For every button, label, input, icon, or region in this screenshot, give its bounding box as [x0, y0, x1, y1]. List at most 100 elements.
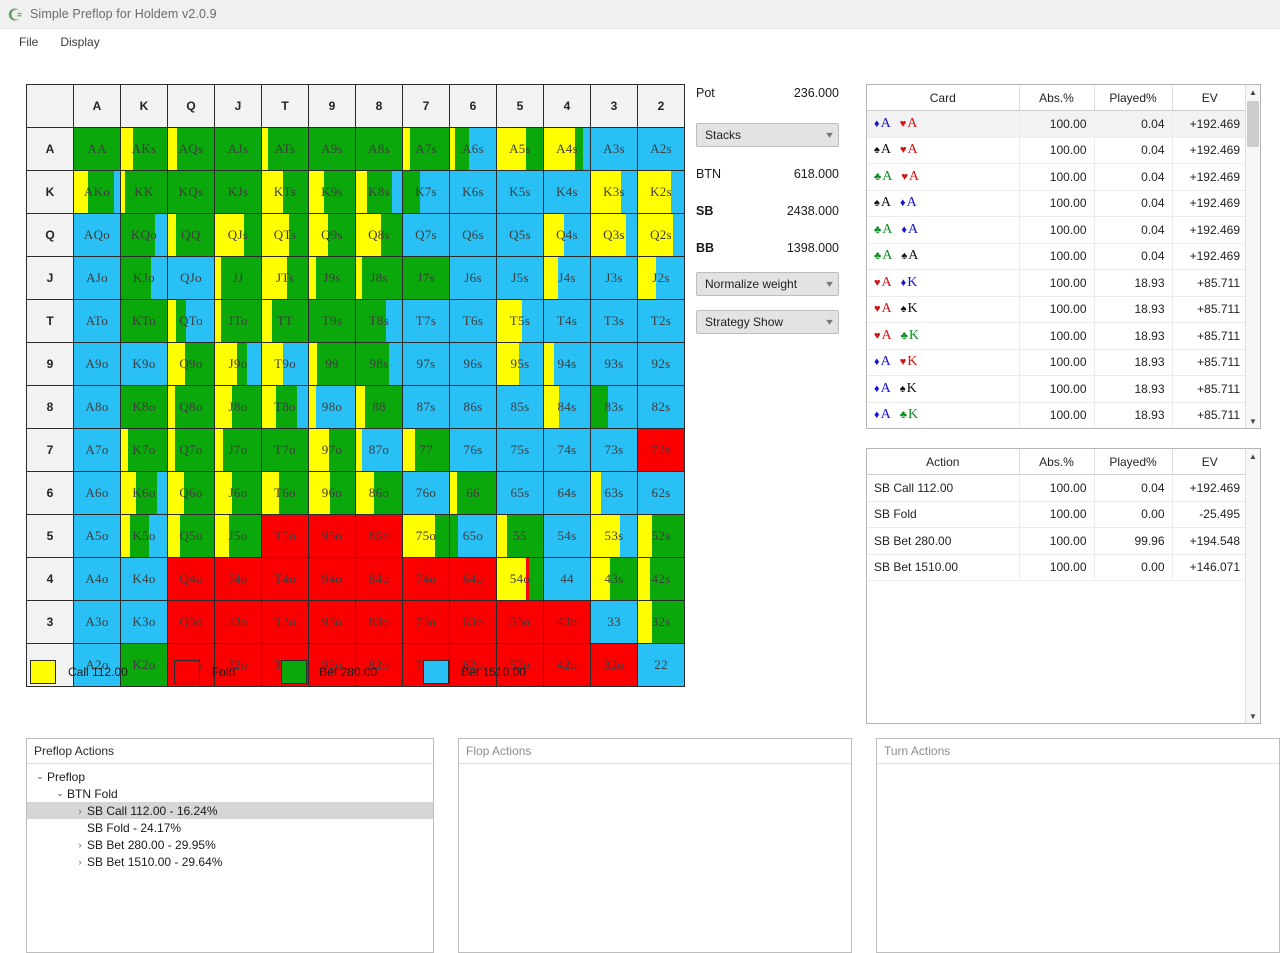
range-cell-AJo[interactable]: AJo: [73, 256, 121, 300]
range-cell-A9s[interactable]: A9s: [308, 127, 356, 171]
range-cell-A6o[interactable]: A6o: [73, 471, 121, 515]
action-table-row[interactable]: SB Bet 1510.00 100.00 0.00 +146.071: [867, 554, 1245, 581]
range-cell-T7o[interactable]: T7o: [261, 428, 309, 472]
range-cell-K4o[interactable]: K4o: [120, 557, 168, 601]
range-cell-J5o[interactable]: J5o: [214, 514, 262, 558]
range-cell-54s[interactable]: 54s: [543, 514, 591, 558]
range-cell-87s[interactable]: 87s: [402, 385, 450, 429]
range-cell-55[interactable]: 55: [496, 514, 544, 558]
range-cell-82s[interactable]: 82s: [637, 385, 685, 429]
card-table-scrollbar[interactable]: ▲ ▼: [1245, 85, 1260, 428]
range-cell-T8o[interactable]: T8o: [261, 385, 309, 429]
range-cell-97o[interactable]: 97o: [308, 428, 356, 472]
preflop-tree-node-4[interactable]: › SB Bet 280.00 - 29.95%: [27, 836, 433, 853]
card-table-row[interactable]: ♦A ♠K 100.00 18.93 +85.711: [867, 375, 1245, 403]
preflop-tree-node-5[interactable]: › SB Bet 1510.00 - 29.64%: [27, 853, 433, 870]
range-cell-A4o[interactable]: A4o: [73, 557, 121, 601]
range-cell-Q9s[interactable]: Q9s: [308, 213, 356, 257]
range-cell-65s[interactable]: 65s: [496, 471, 544, 515]
range-cell-64o[interactable]: 64o: [449, 557, 497, 601]
range-cell-75s[interactable]: 75s: [496, 428, 544, 472]
range-cell-J4o[interactable]: J4o: [214, 557, 262, 601]
range-cell-K5o[interactable]: K5o: [120, 514, 168, 558]
range-cell-QQ[interactable]: QQ: [167, 213, 215, 257]
range-cell-88[interactable]: 88: [355, 385, 403, 429]
card-table-row[interactable]: ♥A ♦K 100.00 18.93 +85.711: [867, 269, 1245, 297]
range-cell-Q6s[interactable]: Q6s: [449, 213, 497, 257]
range-cell-32s[interactable]: 32s: [637, 600, 685, 644]
card-table-row[interactable]: ♦A ♥K 100.00 18.93 +85.711: [867, 349, 1245, 376]
range-cell-22[interactable]: 22: [637, 643, 685, 687]
range-cell-K4s[interactable]: K4s: [543, 170, 591, 214]
range-cell-KJo[interactable]: KJo: [120, 256, 168, 300]
range-cell-94o[interactable]: 94o: [308, 557, 356, 601]
range-cell-JTs[interactable]: JTs: [261, 256, 309, 300]
card-table-row[interactable]: ♥A ♠K 100.00 18.93 +85.711: [867, 296, 1245, 323]
normalize-weight-select[interactable]: Normalize weight ▾: [696, 272, 839, 296]
range-cell-K8o[interactable]: K8o: [120, 385, 168, 429]
range-cell-K5s[interactable]: K5s: [496, 170, 544, 214]
range-cell-93o[interactable]: 93o: [308, 600, 356, 644]
range-cell-A2s[interactable]: A2s: [637, 127, 685, 171]
card-table-row[interactable]: ♦A ♣K 100.00 18.93 +85.711: [867, 402, 1245, 428]
range-cell-T8s[interactable]: T8s: [355, 299, 403, 343]
range-cell-43o[interactable]: 43o: [543, 600, 591, 644]
range-cell-T4o[interactable]: T4o: [261, 557, 309, 601]
range-cell-QJo[interactable]: QJo: [167, 256, 215, 300]
range-cell-98s[interactable]: 98s: [355, 342, 403, 386]
range-cell-Q9o[interactable]: Q9o: [167, 342, 215, 386]
range-cell-43s[interactable]: 43s: [590, 557, 638, 601]
action-table-row[interactable]: SB Bet 280.00 100.00 99.96 +194.548: [867, 527, 1245, 555]
range-cell-Q3o[interactable]: Q3o: [167, 600, 215, 644]
range-cell-AJs[interactable]: AJs: [214, 127, 262, 171]
range-cell-A4s[interactable]: A4s: [543, 127, 591, 171]
range-cell-85s[interactable]: 85s: [496, 385, 544, 429]
card-table-row[interactable]: ♣A ♦A 100.00 0.04 +192.469: [867, 216, 1245, 244]
strategy-show-select[interactable]: Strategy Show ▾: [696, 310, 839, 334]
range-cell-T9s[interactable]: T9s: [308, 299, 356, 343]
range-cell-83o[interactable]: 83o: [355, 600, 403, 644]
range-cell-K9s[interactable]: K9s: [308, 170, 356, 214]
range-cell-J9s[interactable]: J9s: [308, 256, 356, 300]
range-cell-K9o[interactable]: K9o: [120, 342, 168, 386]
range-cell-T5s[interactable]: T5s: [496, 299, 544, 343]
range-cell-J6o[interactable]: J6o: [214, 471, 262, 515]
range-cell-94s[interactable]: 94s: [543, 342, 591, 386]
range-cell-K7o[interactable]: K7o: [120, 428, 168, 472]
range-cell-K3s[interactable]: K3s: [590, 170, 638, 214]
range-cell-73s[interactable]: 73s: [590, 428, 638, 472]
range-cell-Q2s[interactable]: Q2s: [637, 213, 685, 257]
range-cell-A5o[interactable]: A5o: [73, 514, 121, 558]
range-cell-T3s[interactable]: T3s: [590, 299, 638, 343]
range-cell-Q5s[interactable]: Q5s: [496, 213, 544, 257]
range-cell-JTo[interactable]: JTo: [214, 299, 262, 343]
range-cell-64s[interactable]: 64s: [543, 471, 591, 515]
range-cell-86o[interactable]: 86o: [355, 471, 403, 515]
range-cell-AA[interactable]: AA: [73, 127, 121, 171]
preflop-actions-tree[interactable]: ⌄ Preflop ⌄ BTN Fold › SB Call 112.00 - 16.24…: [27, 764, 433, 870]
range-cell-K2s[interactable]: K2s: [637, 170, 685, 214]
range-cell-T9o[interactable]: T9o: [261, 342, 309, 386]
range-cell-T7s[interactable]: T7s: [402, 299, 450, 343]
range-cell-J8o[interactable]: J8o: [214, 385, 262, 429]
range-cell-53s[interactable]: 53s: [590, 514, 638, 558]
range-cell-Q8o[interactable]: Q8o: [167, 385, 215, 429]
range-cell-ATs[interactable]: ATs: [261, 127, 309, 171]
card-table-row[interactable]: ♣A ♥A 100.00 0.04 +192.469: [867, 163, 1245, 191]
scroll-up-icon[interactable]: ▲: [1246, 449, 1260, 463]
range-cell-32o[interactable]: 32o: [590, 643, 638, 687]
range-cell-T6o[interactable]: T6o: [261, 471, 309, 515]
card-table-row[interactable]: ♣A ♠A 100.00 0.04 +192.469: [867, 243, 1245, 270]
range-cell-77[interactable]: 77: [402, 428, 450, 472]
range-cell-J3s[interactable]: J3s: [590, 256, 638, 300]
range-cell-TT[interactable]: TT: [261, 299, 309, 343]
range-cell-T2s[interactable]: T2s: [637, 299, 685, 343]
range-cell-99[interactable]: 99: [308, 342, 356, 386]
preflop-tree-node-3[interactable]: SB Fold - 24.17%: [27, 819, 433, 836]
tree-expand-closed-icon[interactable]: ›: [73, 857, 87, 867]
range-cell-KTo[interactable]: KTo: [120, 299, 168, 343]
action-table-row[interactable]: SB Fold 100.00 0.00 -25.495: [867, 501, 1245, 528]
range-cell-96o[interactable]: 96o: [308, 471, 356, 515]
range-cell-73o[interactable]: 73o: [402, 600, 450, 644]
range-cell-72s[interactable]: 72s: [637, 428, 685, 472]
